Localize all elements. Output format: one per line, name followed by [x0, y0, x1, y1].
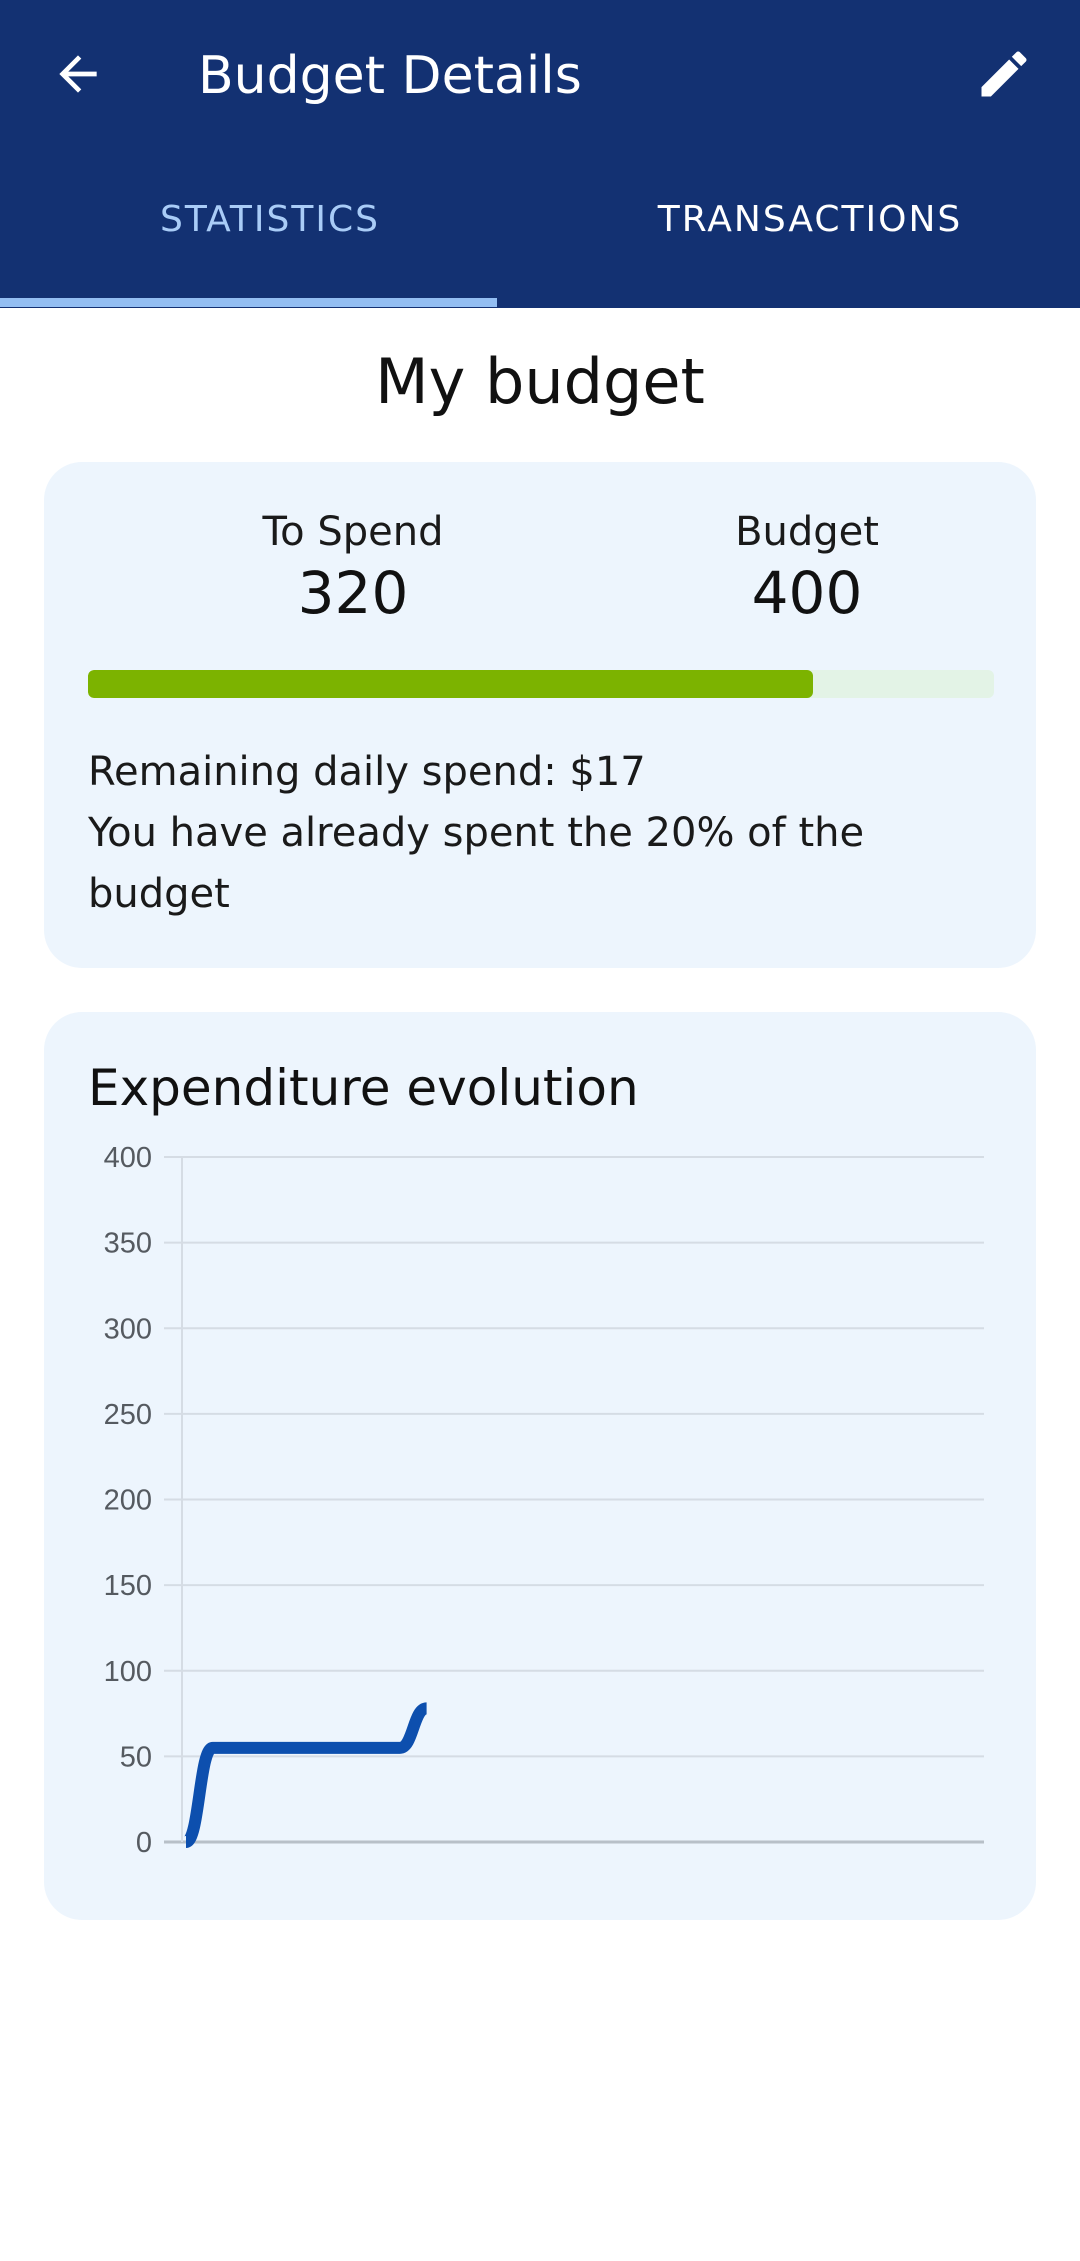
to-spend-label: To Spend	[262, 509, 444, 555]
spent-percentage-text: You have already spent the 20% of the bu…	[88, 810, 865, 917]
y-tick-label: 400	[104, 1142, 152, 1174]
tab-bar: STATISTICS TRANSACTIONS	[0, 190, 1080, 308]
y-tick-label: 300	[104, 1313, 152, 1345]
arrow-left-icon	[50, 46, 106, 106]
tab-transactions-label: TRANSACTIONS	[657, 198, 963, 240]
active-tab-indicator	[0, 298, 497, 307]
budget-label: Budget	[735, 509, 879, 555]
tab-statistics-label: STATISTICS	[160, 198, 380, 240]
to-spend-value: 320	[297, 559, 409, 627]
remaining-daily-spend-text: Remaining daily spend: $17	[88, 749, 646, 795]
y-tick-label: 50	[120, 1741, 152, 1773]
budget-info: Remaining daily spend: $17 You have alre…	[88, 742, 988, 925]
budget-progress-bar	[88, 670, 994, 698]
pencil-icon	[974, 44, 1034, 108]
y-tick-label: 250	[104, 1399, 152, 1431]
budget-value: 400	[751, 559, 863, 627]
expenditure-chart-card: Expenditure evolution 0 50 100 150 200 250 300…	[44, 1012, 1036, 1920]
app-bar: Budget Details STATISTICS TRANSACTIONS	[0, 0, 1080, 308]
budget-stat: Budget 400	[647, 506, 967, 628]
budget-name-heading: My budget	[375, 345, 705, 418]
y-tick-label: 100	[104, 1656, 152, 1688]
y-tick-label: 350	[104, 1228, 152, 1260]
to-spend-stat: To Spend 320	[193, 506, 513, 628]
back-button[interactable]	[38, 36, 118, 116]
expenditure-line-chart: 0 50 100 150 200 250 300 350 400	[104, 1142, 984, 1859]
y-tick-label: 200	[104, 1485, 152, 1517]
y-tick-label: 150	[104, 1570, 152, 1602]
budget-summary-card: To Spend 320 Budget 400 Remaining daily …	[44, 462, 1036, 968]
page-title: Budget Details	[198, 46, 582, 106]
tab-transactions[interactable]: TRANSACTIONS	[540, 190, 1080, 308]
tab-statistics[interactable]: STATISTICS	[0, 190, 540, 308]
edit-button[interactable]	[964, 36, 1044, 116]
budget-progress-fill	[88, 670, 813, 698]
expenditure-series-line	[182, 1702, 429, 1848]
y-tick-label: 0	[136, 1827, 152, 1859]
